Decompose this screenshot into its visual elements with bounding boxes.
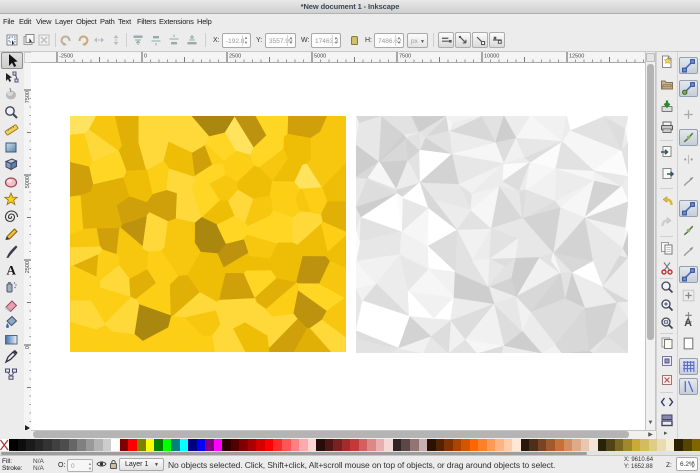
svg-text:A: A (7, 262, 17, 277)
svg-text:-2500: -2500 (59, 54, 73, 60)
svg-text:2500: 2500 (229, 54, 241, 60)
svg-text:12500: 12500 (569, 54, 584, 60)
svg-text:7500: 7500 (399, 54, 411, 60)
svg-text:5000: 5000 (314, 54, 326, 60)
svg-text:10000: 10000 (484, 54, 499, 60)
svg-text:0: 0 (144, 54, 147, 60)
svg-text:A: A (684, 316, 692, 328)
